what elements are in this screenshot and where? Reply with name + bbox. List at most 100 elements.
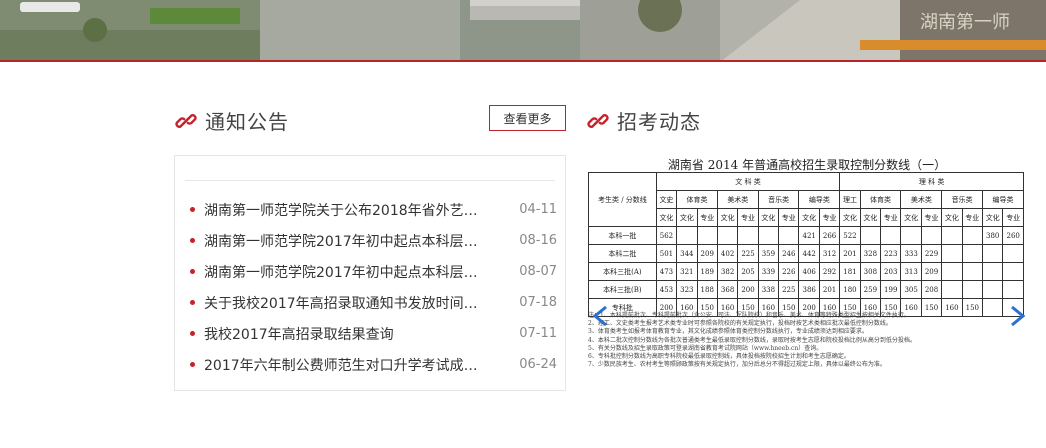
table-cell: 209 — [696, 244, 718, 263]
notice-item-date: 08-16 — [519, 233, 557, 248]
table-cell: 180 — [839, 280, 861, 299]
slide-notes: 注：1、本科提前批次、专科提前批次（含公安、司法、军队院校）和音乐、美术、体育等… — [588, 312, 1024, 369]
table-cell — [900, 226, 922, 245]
notice-item[interactable]: 湖南第一师范学院关于公布2018年省外艺术... 04-11 — [187, 194, 557, 225]
table-cell: 368 — [716, 280, 739, 299]
link-icon — [175, 113, 197, 128]
table-cell: 308 — [859, 262, 882, 281]
slide-next-arrow[interactable] — [1006, 305, 1028, 327]
view-more-button[interactable]: 查看更多 — [489, 105, 566, 131]
table-row: 本科一批 562 421 266 522 380 260 — [588, 226, 1024, 245]
column-header-cell: 专业 — [880, 208, 902, 227]
column-header-cell: 专业 — [818, 208, 841, 227]
notice-item-title[interactable]: 我校2017年高招录取结果查询 — [204, 324, 488, 344]
table-cell: 260 — [1002, 226, 1024, 245]
subgroup-header-cell: 理工 — [839, 190, 861, 209]
campus-banner: 湖南第一师 — [0, 0, 1046, 62]
note-line: 4、本科二批次控制分数线为各批次普通类考生最低录取控制分数线，录取时按考生志愿和… — [588, 336, 916, 344]
news-title: 招考动态 — [617, 110, 701, 134]
column-header-cell: 文化 — [981, 208, 1004, 227]
table-cell: 305 — [900, 280, 922, 299]
table-cell: 266 — [818, 226, 841, 245]
notice-item-title[interactable]: 湖南第一师范学院2017年初中起点本科层次... — [204, 231, 488, 251]
news-section-header: 招考动态 — [587, 106, 701, 135]
table-cell: 246 — [778, 244, 800, 263]
news-slide[interactable]: 湖南省 2014 年普通高校招生录取控制分数线（一） 考生类 / 分数线文 科 … — [588, 152, 1026, 428]
table-cell: 380 — [981, 226, 1004, 245]
subgroup-header-cell: 编导类 — [982, 190, 1024, 209]
table-cell: 209 — [920, 262, 943, 281]
table-cell: 259 — [859, 280, 882, 299]
notice-item[interactable]: 我校2017年高招录取结果查询 07-11 — [187, 318, 557, 349]
chevron-left-icon — [592, 305, 607, 327]
notice-item-title[interactable]: 2017年六年制公费师范生对口升学考试成绩... — [204, 355, 488, 375]
subgroup-header-cell: 音乐类 — [757, 190, 800, 209]
table-cell — [961, 244, 984, 263]
table-cell — [981, 244, 1004, 263]
table-cell — [920, 226, 943, 245]
table-cell: 382 — [716, 262, 739, 281]
table-cell: 333 — [900, 244, 922, 263]
table-cell — [880, 226, 902, 245]
table-cell: 321 — [676, 262, 698, 281]
notice-item[interactable]: 2017年六年制公费师范生对口升学考试成绩... 06-24 — [187, 349, 557, 380]
row-label-cell: 本科三批(B) — [588, 280, 657, 299]
column-header-cell: 文化 — [941, 208, 963, 227]
table-cell: 226 — [778, 262, 800, 281]
notice-item[interactable]: 湖南第一师范学院2017年初中起点本科层次... 08-16 — [187, 225, 557, 256]
table-cell — [676, 226, 698, 245]
table-cell: 229 — [920, 244, 943, 263]
note-line: 7、少数民族考生、农村考生等照顾政策按有关规定执行，加分后总分不得超过规定上限，… — [588, 361, 886, 369]
table-cell: 201 — [839, 244, 861, 263]
table-cell: 323 — [676, 280, 698, 299]
table-cell: 338 — [757, 280, 780, 299]
column-header-cell: 文化 — [798, 208, 820, 227]
notice-item-date: 04-11 — [519, 202, 557, 217]
column-header-cell: 文化 — [655, 208, 678, 227]
column-header-cell: 文化 — [900, 208, 922, 227]
link-icon — [587, 113, 609, 128]
table-cell: 201 — [818, 280, 841, 299]
column-header-cell: 文化 — [839, 208, 861, 227]
table-cell — [716, 226, 739, 245]
table-cell: 359 — [757, 244, 780, 263]
notice-item[interactable]: 湖南第一师范学院2017年初中起点本科层次... 08-07 — [187, 256, 557, 287]
table-cell: 453 — [655, 280, 678, 299]
notice-item-date: 07-11 — [519, 326, 557, 341]
bullet-icon — [190, 269, 195, 274]
notice-section-header: 通知公告 — [175, 106, 289, 135]
table-cell: 421 — [798, 226, 820, 245]
table-cell: 208 — [920, 280, 943, 299]
subgroup-header-cell: 体育类 — [859, 190, 902, 209]
column-header-cell: 专业 — [696, 208, 718, 227]
table-cell — [696, 226, 718, 245]
notice-item-title[interactable]: 关于我校2017年高招录取通知书发放时间的... — [204, 293, 488, 313]
group-header-cell: 文 科 类 — [655, 172, 841, 191]
row-label-cell: 本科一批 — [588, 226, 657, 245]
corner-header-cell: 考生类 / 分数线 — [588, 172, 657, 227]
slide-prev-arrow[interactable] — [590, 305, 612, 327]
table-cell — [757, 226, 780, 245]
table-cell — [859, 226, 882, 245]
subgroup-header-cell: 体育类 — [676, 190, 718, 209]
bullet-icon — [190, 207, 195, 212]
table-cell: 181 — [839, 262, 861, 281]
table-cell: 188 — [696, 280, 718, 299]
notice-item-title[interactable]: 湖南第一师范学院关于公布2018年省外艺术... — [204, 200, 488, 220]
table-cell — [737, 226, 759, 245]
notice-item[interactable]: 关于我校2017年高招录取通知书发放时间的... 07-18 — [187, 287, 557, 318]
column-header-cell: 专业 — [961, 208, 984, 227]
column-header-cell: 文化 — [757, 208, 780, 227]
column-header-cell: 专业 — [778, 208, 800, 227]
banner-divider — [0, 60, 1046, 62]
table-cell — [941, 226, 963, 245]
notice-item-title[interactable]: 湖南第一师范学院2017年初中起点本科层次... — [204, 262, 488, 282]
table-cell: 223 — [880, 244, 902, 263]
table-row: 本科三批(A) 473 321 189 382 205 339 226 406 292 181 308… — [588, 262, 1024, 281]
note-line: 注：1、本科提前批次、专科提前批次（含公安、司法、军队院校）和音乐、美术、体育等… — [588, 312, 910, 319]
table-cell: 199 — [880, 280, 902, 299]
notice-item-date: 08-07 — [519, 264, 557, 279]
column-header-cell: 文化 — [716, 208, 739, 227]
notice-item-date: 06-24 — [519, 357, 557, 372]
bullet-icon — [190, 362, 195, 367]
